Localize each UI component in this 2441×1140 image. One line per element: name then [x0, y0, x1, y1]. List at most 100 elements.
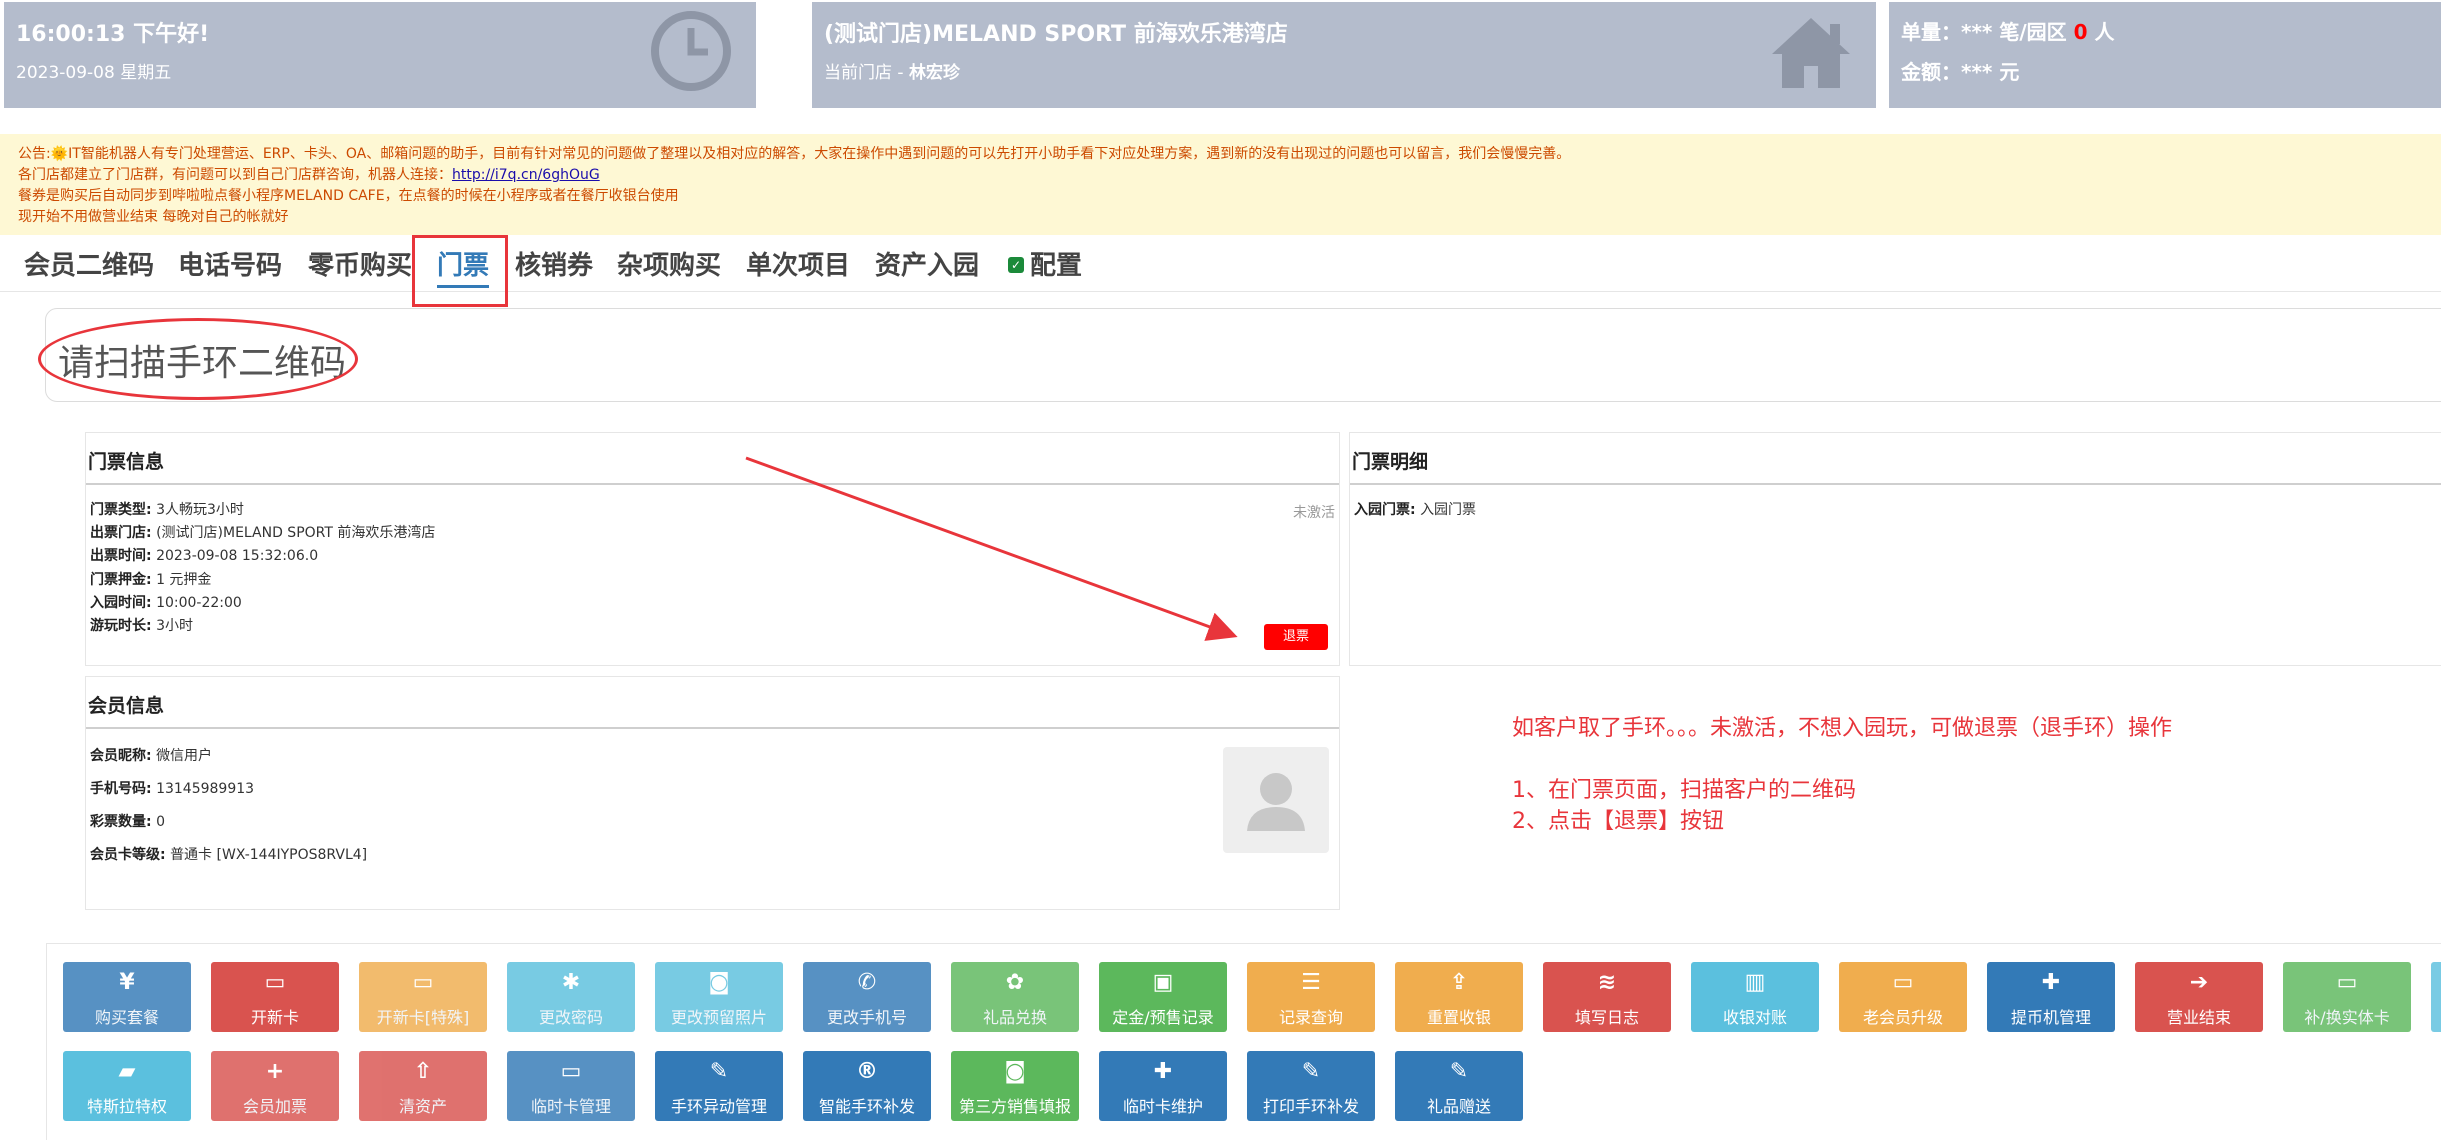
gamepad-icon: ✚: [1153, 1059, 1173, 1084]
time-greeting: 16:00:13 下午好!: [16, 22, 210, 47]
action-button[interactable]: ▥ 收银对账: [1691, 962, 1819, 1032]
amount-stats: 金额：*** 元: [1901, 60, 2020, 84]
bar-chart-icon: ▥: [1744, 970, 1766, 995]
announcement-line-4: 现开始不用做营业结束 每晚对自己的帐就好: [18, 209, 289, 225]
pencil-icon: ✎: [1449, 1059, 1469, 1084]
robot-link[interactable]: http://i7q.cn/6ghOuG: [452, 167, 600, 183]
action-button[interactable]: ▣ 定金/预售记录: [1099, 962, 1227, 1032]
divider: [1350, 483, 2441, 485]
action-button[interactable]: ✎ 礼品赠送: [1395, 1051, 1523, 1121]
action-button[interactable]: ≋ 填写日志: [1543, 962, 1671, 1032]
ticket-detail-title: 门票明细: [1352, 451, 1429, 473]
ticket-status: 未激活: [1293, 505, 1335, 521]
action-button-label: 购买套餐: [94, 1008, 159, 1027]
action-button[interactable]: ✚ 临时卡维护: [1099, 1051, 1227, 1121]
card-icon: [2431, 970, 2441, 996]
share-icon: ⇪: [1449, 970, 1469, 995]
pencil-icon: ✎: [1301, 1059, 1321, 1084]
current-store: 当前门店 - 林宏珍: [824, 63, 960, 83]
action-button[interactable]: ▭ 开新卡[特殊]: [359, 962, 487, 1032]
card-icon: ▭: [2336, 970, 2358, 995]
tab-phone-number[interactable]: 电话号码: [178, 246, 282, 286]
store-name: (测试门店)MELAND SPORT 前海欢乐港湾店: [824, 22, 1288, 47]
action-button-label: 重置收银: [1426, 1008, 1491, 1027]
ticket-detail-panel: 门票明细 入园门票: 入园门票: [1349, 432, 2441, 666]
annotation-line-3: 2、点击【退票】按钮: [1512, 809, 1724, 834]
money-icon: ▣: [1152, 970, 1174, 995]
tab-bar: 会员二维码 电话号码 零币购买 门票 核销券 杂项购买 单次项目 资产入园 ✓ 配…: [0, 246, 2441, 292]
ticket-info-panel: 门票信息 未激活 门票类型: 3人畅玩3小时 出票门店: (测试门店)MELAN…: [85, 432, 1340, 666]
car-icon: ▰: [118, 1059, 136, 1084]
action-button[interactable]: ✚ 提币机管理: [1987, 962, 2115, 1032]
action-button[interactable]: ◙ 第三方销售填报: [951, 1051, 1079, 1121]
action-button[interactable]: ▰ 特斯拉特权: [63, 1051, 191, 1121]
action-button[interactable]: ✆ 更改手机号: [803, 962, 931, 1032]
scan-input-box[interactable]: [45, 308, 2441, 402]
tab-single-item[interactable]: 单次项目: [746, 246, 850, 286]
refund-button[interactable]: 退票: [1264, 624, 1328, 650]
action-button-label: 会员加票: [242, 1097, 307, 1116]
action-button[interactable]: + 会员加票: [211, 1051, 339, 1121]
ticket-info-title: 门票信息: [88, 451, 165, 473]
action-button-label: 更改预留照片: [670, 1008, 767, 1027]
entry-ticket-row: 入园门票: 入园门票: [1354, 502, 1477, 518]
action-button[interactable]: ▭ 开新卡: [211, 962, 339, 1032]
tab-verify-coupon[interactable]: 核销券: [515, 246, 593, 286]
action-button[interactable]: ▭ 老会员升级: [1839, 962, 1967, 1032]
current-date: 2023-09-08 星期五: [16, 63, 172, 83]
tab-misc-purchase[interactable]: 杂项购买: [617, 246, 721, 286]
action-button[interactable]: ® 智能手环补发: [803, 1051, 931, 1121]
action-button[interactable]: ¥ 购买套餐: [63, 962, 191, 1032]
action-button-label: 更改手机号: [826, 1008, 907, 1027]
action-button[interactable]: ▭ 补/换实体卡: [2283, 962, 2411, 1032]
action-button[interactable]: ⇧ 清资产: [359, 1051, 487, 1121]
highlight-ellipse-scan: [38, 318, 358, 400]
phone-icon: ✆: [857, 970, 877, 995]
tab-coin-purchase[interactable]: 零币购买: [308, 246, 412, 286]
action-button-label: 开新卡: [250, 1008, 299, 1027]
action-button[interactable]: ▭ 临时卡管理: [507, 1051, 635, 1121]
tab-asset-entry[interactable]: 资产入园: [875, 246, 979, 286]
member-lottery-row: 彩票数量: 0: [90, 814, 165, 830]
ticket-issue-time-row: 出票时间: 2023-09-08 15:32:06.0: [90, 548, 319, 564]
card-icon: ▭: [560, 1059, 582, 1084]
yen-icon: ¥: [119, 970, 135, 995]
tab-member-qrcode[interactable]: 会员二维码: [24, 246, 154, 286]
announcement-line-2: 各门店都建立了门店群，有问题可以到自己门店群咨询，机器人连接：http://i7…: [18, 167, 600, 183]
tab-config[interactable]: ✓ 配置: [1008, 246, 1082, 286]
clock-card: 16:00:13 下午好! 2023-09-08 星期五: [4, 2, 756, 108]
store-card: (测试门店)MELAND SPORT 前海欢乐港湾店 当前门店 - 林宏珍: [812, 2, 1876, 108]
action-button[interactable]: ☰ 记录查询: [1247, 962, 1375, 1032]
action-button[interactable]: [2431, 962, 2441, 1032]
annotation-line-1: 如客户取了手环。。。未激活，不想入园玩，可做退票（退手环）操作: [1512, 716, 2173, 741]
action-button[interactable]: ✎ 打印手环补发: [1247, 1051, 1375, 1121]
annotation-line-2: 1、在门票页面，扫描客户的二维码: [1512, 778, 1856, 803]
member-nickname-row: 会员昵称: 微信用户: [90, 748, 213, 764]
list-icon: ☰: [1301, 970, 1321, 995]
action-button[interactable]: ✱ 更改密码: [507, 962, 635, 1032]
member-card-level-row: 会员卡等级: 普通卡 [WX-144IYPOS8RVL4]: [90, 847, 368, 863]
stats-card: 单量：*** 笔/园区 0 人 金额：*** 元: [1889, 2, 2441, 108]
ticket-duration-row: 游玩时长: 3小时: [90, 618, 193, 634]
action-button-label: 定金/预售记录: [1112, 1008, 1214, 1027]
home-icon: [1768, 12, 1854, 96]
sign-in-icon: ➔: [2189, 970, 2209, 995]
current-store-user: 林宏珍: [908, 63, 960, 83]
action-button[interactable]: ✎ 手环异动管理: [655, 1051, 783, 1121]
action-button-label: 特斯拉特权: [86, 1097, 167, 1116]
action-button-label: 手环异动管理: [670, 1097, 767, 1116]
checkbox-icon: ✓: [1008, 256, 1024, 273]
clock-icon: [648, 8, 734, 98]
card-icon: ▭: [412, 970, 434, 995]
action-button-label: 第三方销售填报: [958, 1097, 1071, 1116]
stack-icon: ≋: [1597, 970, 1617, 995]
ticket-store-row: 出票门店: (测试门店)MELAND SPORT 前海欢乐港湾店: [90, 525, 436, 541]
action-button[interactable]: ◙ 更改预留照片: [655, 962, 783, 1032]
action-button-label: 打印手环补发: [1262, 1097, 1359, 1116]
edit-icon: ✎: [709, 1059, 729, 1084]
action-button[interactable]: ⇪ 重置收银: [1395, 962, 1523, 1032]
action-button-label: 补/换实体卡: [2304, 1008, 2390, 1027]
action-button[interactable]: ✿ 礼品兑换: [951, 962, 1079, 1032]
gift-icon: ✿: [1005, 970, 1025, 995]
action-button[interactable]: ➔ 营业结束: [2135, 962, 2263, 1032]
